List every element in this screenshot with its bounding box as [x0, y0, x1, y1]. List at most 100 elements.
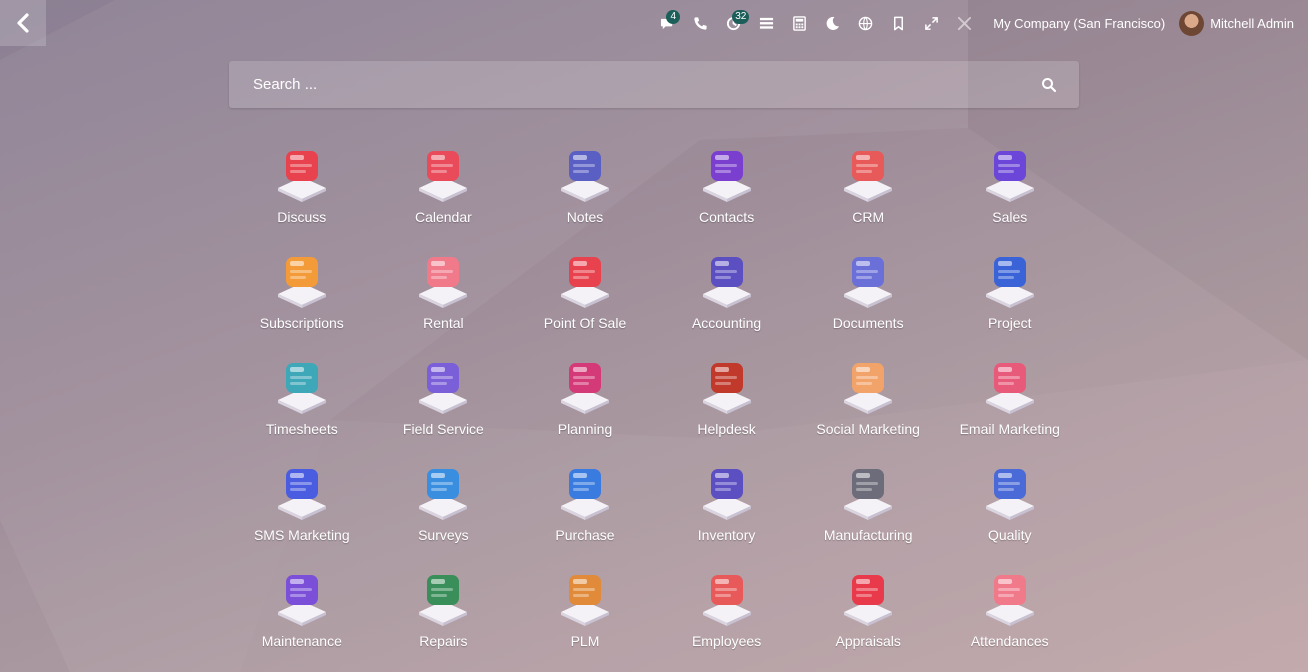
- activity-badge: 32: [732, 10, 750, 24]
- app-label: Accounting: [691, 315, 762, 331]
- app-tile-subscriptions[interactable]: Subscriptions: [231, 247, 373, 353]
- app-label: Attendances: [970, 633, 1049, 649]
- app-tile-manufacturing[interactable]: Manufacturing: [797, 459, 939, 565]
- list-icon: [760, 17, 774, 29]
- language-icon: [858, 16, 873, 30]
- email-marketing-icon: [985, 363, 1034, 414]
- app-label: Subscriptions: [259, 315, 344, 331]
- rental-icon: [419, 257, 468, 308]
- app-label: Notes: [566, 209, 604, 225]
- calculator-button[interactable]: [783, 0, 816, 46]
- chevron-left-icon: [17, 13, 29, 33]
- calendar-icon: [419, 151, 468, 202]
- app-label: Inventory: [697, 527, 756, 543]
- company-switcher[interactable]: My Company (San Francisco): [993, 16, 1165, 31]
- surveys-icon: [419, 469, 468, 520]
- timesheets-icon: [277, 363, 326, 414]
- messages-badge: 4: [666, 10, 681, 24]
- app-tile-field-service[interactable]: Field Service: [373, 353, 515, 459]
- app-label: Manufacturing: [823, 527, 913, 543]
- tools-button[interactable]: [948, 0, 981, 46]
- discuss-icon: [277, 151, 326, 202]
- contacts-icon: [702, 151, 751, 202]
- app-tile-notes[interactable]: Notes: [514, 141, 656, 247]
- app-label: Sales: [992, 209, 1028, 225]
- search-bar: [229, 61, 1079, 108]
- search-icon[interactable]: [1041, 77, 1057, 93]
- bookmark-button[interactable]: [882, 0, 915, 46]
- app-tile-accounting[interactable]: Accounting: [656, 247, 798, 353]
- manufacturing-icon: [844, 469, 893, 520]
- phone-icon: [694, 16, 707, 30]
- app-tile-helpdesk[interactable]: Helpdesk: [656, 353, 798, 459]
- accounting-icon: [702, 257, 751, 308]
- list-button[interactable]: [750, 0, 783, 46]
- project-icon: [985, 257, 1034, 308]
- app-label: Contacts: [698, 209, 755, 225]
- app-tile-maintenance[interactable]: Maintenance: [231, 565, 373, 671]
- documents-icon: [844, 257, 893, 308]
- dark-mode-button[interactable]: [816, 0, 849, 46]
- app-tile-repairs[interactable]: Repairs: [373, 565, 515, 671]
- messages-button[interactable]: 4: [651, 0, 684, 46]
- app-label: Repairs: [419, 633, 468, 649]
- app-tile-calendar[interactable]: Calendar: [373, 141, 515, 247]
- phone-button[interactable]: [684, 0, 717, 46]
- inventory-icon: [702, 469, 751, 520]
- avatar: [1179, 10, 1205, 36]
- apps-grid: Discuss Calendar Notes Contacts CRM Sales Subs…: [231, 141, 1081, 671]
- app-tile-email-marketing[interactable]: Email Marketing: [939, 353, 1081, 459]
- helpdesk-icon: [702, 363, 751, 414]
- crm-icon: [844, 151, 893, 202]
- fullscreen-button[interactable]: [915, 0, 948, 46]
- app-tile-rental[interactable]: Rental: [373, 247, 515, 353]
- app-tile-planning[interactable]: Planning: [514, 353, 656, 459]
- app-label: Appraisals: [835, 633, 901, 649]
- app-tile-attendances[interactable]: Attendances: [939, 565, 1081, 671]
- app-tile-appraisals[interactable]: Appraisals: [797, 565, 939, 671]
- app-label: Documents: [832, 315, 904, 331]
- back-button[interactable]: [0, 0, 46, 46]
- app-tile-sales[interactable]: Sales: [939, 141, 1081, 247]
- app-tile-discuss[interactable]: Discuss: [231, 141, 373, 247]
- moon-icon: [826, 16, 840, 30]
- bookmark-icon: [894, 16, 904, 30]
- app-tile-quality[interactable]: Quality: [939, 459, 1081, 565]
- app-tile-crm[interactable]: CRM: [797, 141, 939, 247]
- app-label: Discuss: [277, 209, 327, 225]
- app-label: Rental: [423, 315, 464, 331]
- app-label: Project: [987, 315, 1032, 331]
- app-label: Email Marketing: [959, 421, 1060, 437]
- user-menu[interactable]: Mitchell Admin: [1179, 10, 1294, 36]
- field-service-icon: [419, 363, 468, 414]
- sales-icon: [985, 151, 1034, 202]
- sms-marketing-icon: [277, 469, 326, 520]
- search-input[interactable]: [229, 61, 1029, 108]
- app-label: Social Marketing: [816, 421, 920, 437]
- point-of-sale-icon: [560, 257, 609, 308]
- app-tile-point-of-sale[interactable]: Point Of Sale: [514, 247, 656, 353]
- quality-icon: [985, 469, 1034, 520]
- tools-icon: [958, 16, 972, 30]
- app-tile-documents[interactable]: Documents: [797, 247, 939, 353]
- app-tile-sms-marketing[interactable]: SMS Marketing: [231, 459, 373, 565]
- app-tile-inventory[interactable]: Inventory: [656, 459, 798, 565]
- app-tile-project[interactable]: Project: [939, 247, 1081, 353]
- app-label: Employees: [691, 633, 762, 649]
- app-tile-timesheets[interactable]: Timesheets: [231, 353, 373, 459]
- app-label: CRM: [852, 209, 885, 225]
- app-tile-surveys[interactable]: Surveys: [373, 459, 515, 565]
- purchase-icon: [560, 469, 609, 520]
- language-button[interactable]: [849, 0, 882, 46]
- app-tile-contacts[interactable]: Contacts: [656, 141, 798, 247]
- activity-button[interactable]: 32: [717, 0, 750, 46]
- app-label: Timesheets: [265, 421, 338, 437]
- app-label: Field Service: [402, 421, 484, 437]
- app-tile-plm[interactable]: PLM: [514, 565, 656, 671]
- app-tile-purchase[interactable]: Purchase: [514, 459, 656, 565]
- app-tile-employees[interactable]: Employees: [656, 565, 798, 671]
- app-tile-social-marketing[interactable]: Social Marketing: [797, 353, 939, 459]
- app-label: SMS Marketing: [253, 527, 350, 543]
- appraisals-icon: [844, 575, 893, 626]
- top-navbar: 4 32 My Company (San Francisco) Mitchell…: [0, 0, 1308, 46]
